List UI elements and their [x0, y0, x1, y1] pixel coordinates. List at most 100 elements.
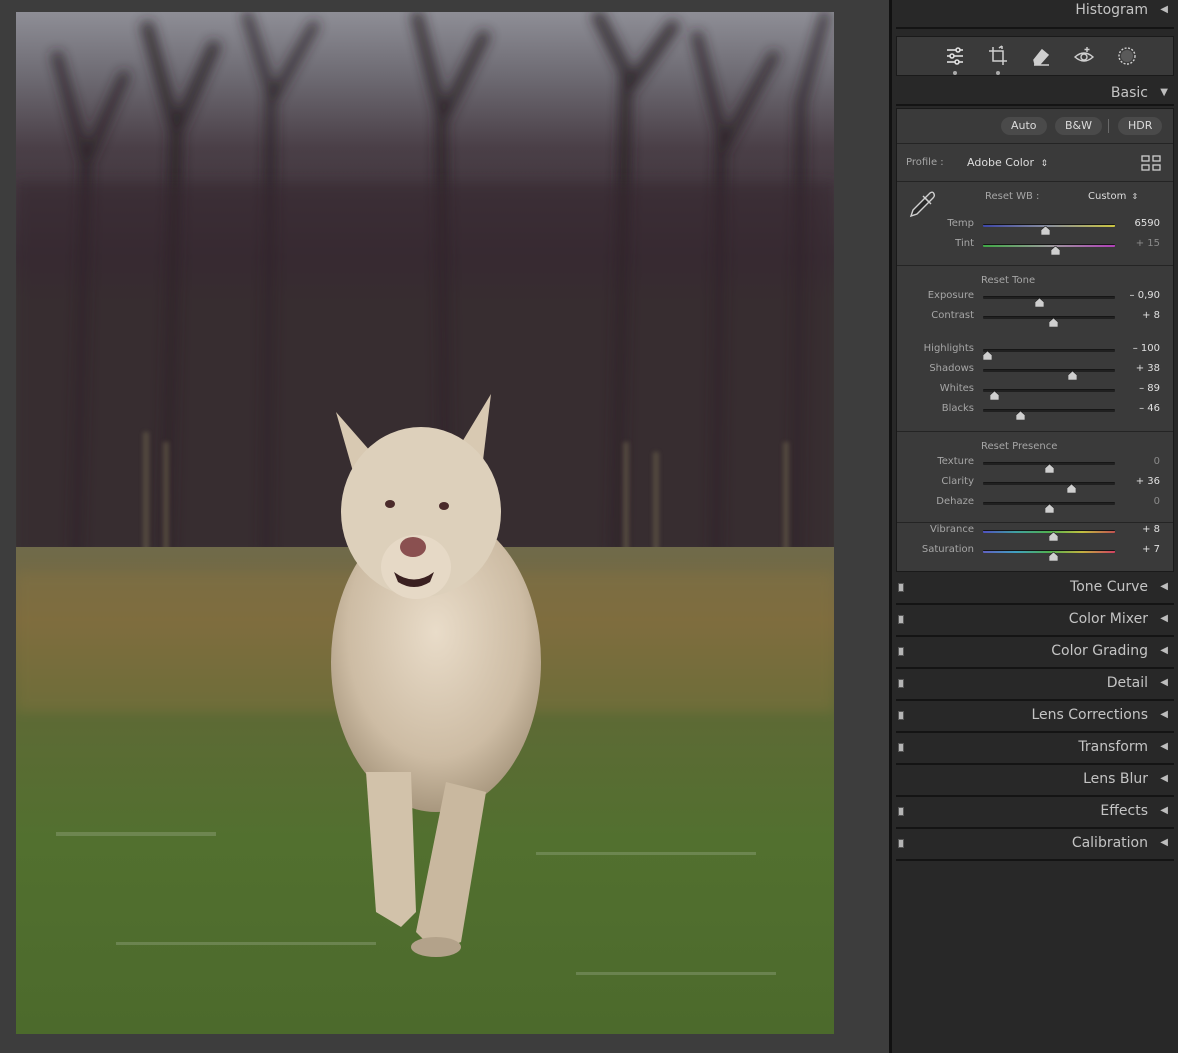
whites-slider-track[interactable] [983, 389, 1115, 392]
vibrance-label[interactable]: Vibrance [902, 524, 974, 535]
transform-section-header[interactable]: Transform ◀ [892, 733, 1178, 765]
highlights-value[interactable]: – 100 [1120, 343, 1160, 354]
vibrance-slider-thumb[interactable] [1049, 526, 1059, 542]
red-eye-icon[interactable] [1073, 45, 1095, 67]
lens-corrections-toggle-switch[interactable] [898, 711, 904, 720]
histogram-header[interactable]: Histogram ◀ [892, 0, 1178, 26]
clarity-label[interactable]: Clarity [902, 476, 974, 487]
lens-blur-title: Lens Blur [1083, 771, 1148, 787]
saturation-value[interactable]: + 7 [1120, 544, 1160, 555]
clarity-value[interactable]: + 36 [1120, 476, 1160, 487]
temp-value[interactable]: 6590 [1120, 218, 1160, 229]
whites-label[interactable]: Whites [902, 383, 974, 394]
exposure-slider-thumb[interactable] [1034, 292, 1044, 308]
reset-presence-button[interactable]: Reset Presence [981, 441, 1057, 452]
tint-label[interactable]: Tint [902, 238, 974, 249]
blacks-value[interactable]: – 46 [1120, 403, 1160, 414]
whites-slider-thumb[interactable] [990, 385, 1000, 401]
shadows-slider-track[interactable] [983, 369, 1115, 372]
lightroom-develop-window: Histogram ◀ Basic ▼ Auto B&W HDR Profile… [0, 0, 1178, 1053]
lens-blur-section-header[interactable]: Lens Blur ◀ [892, 765, 1178, 797]
temp-label[interactable]: Temp [902, 218, 974, 229]
texture-slider-thumb[interactable] [1044, 458, 1054, 474]
auto-button[interactable]: Auto [1001, 117, 1047, 135]
collapse-arrow-icon[interactable]: ◀ [1160, 837, 1168, 848]
profile-value: Adobe Color [967, 156, 1035, 169]
bw-button[interactable]: B&W [1055, 117, 1103, 135]
detail-section-header[interactable]: Detail ◀ [892, 669, 1178, 701]
shadows-label[interactable]: Shadows [902, 363, 974, 374]
exposure-label[interactable]: Exposure [902, 290, 974, 301]
tone-curve-section-header[interactable]: Tone Curve ◀ [892, 573, 1178, 605]
tint-value[interactable]: + 15 [1120, 238, 1160, 249]
color-mixer-section-header[interactable]: Color Mixer ◀ [892, 605, 1178, 637]
collapse-arrow-icon[interactable]: ◀ [1160, 805, 1168, 816]
hdr-button[interactable]: HDR [1118, 117, 1163, 135]
edit-sliders-icon[interactable] [944, 45, 966, 75]
texture-label[interactable]: Texture [902, 456, 974, 467]
lens-corrections-section-header[interactable]: Lens Corrections ◀ [892, 701, 1178, 733]
expand-arrow-icon[interactable]: ▼ [1160, 87, 1168, 98]
photo-canvas[interactable] [0, 0, 889, 1053]
tone-curve-toggle-switch[interactable] [898, 583, 904, 592]
highlights-slider-thumb[interactable] [982, 345, 993, 361]
masking-icon[interactable] [1116, 45, 1138, 67]
reset-tone-button[interactable]: Reset Tone [981, 275, 1035, 286]
color-grading-section-header[interactable]: Color Grading ◀ [892, 637, 1178, 669]
basic-section: Auto B&W HDR Profile : Adobe Color ⇕ Res… [896, 108, 1174, 572]
contrast-label[interactable]: Contrast [902, 310, 974, 321]
shadows-slider-thumb[interactable] [1067, 365, 1078, 381]
temp-slider-thumb[interactable] [1040, 220, 1051, 236]
blacks-label[interactable]: Blacks [902, 403, 974, 414]
blacks-slider-track[interactable] [983, 409, 1115, 412]
color-mixer-toggle-switch[interactable] [898, 615, 904, 624]
collapse-arrow-icon[interactable]: ◀ [1160, 741, 1168, 752]
collapse-arrow-icon[interactable]: ◀ [1160, 4, 1168, 15]
contrast-value[interactable]: + 8 [1120, 310, 1160, 321]
saturation-slider-thumb[interactable] [1048, 546, 1059, 562]
collapse-arrow-icon[interactable]: ◀ [1160, 581, 1168, 592]
transform-toggle-switch[interactable] [898, 743, 904, 752]
profile-browser-grid-icon[interactable] [1141, 155, 1161, 171]
separator [897, 181, 1173, 182]
color-grading-toggle-switch[interactable] [898, 647, 904, 656]
exposure-value[interactable]: – 0,90 [1120, 290, 1160, 301]
shadows-value[interactable]: + 38 [1120, 363, 1160, 374]
wb-preset-select[interactable]: Custom ⇕ [1088, 191, 1138, 202]
blacks-slider-thumb[interactable] [1015, 405, 1026, 421]
collapse-arrow-icon[interactable]: ◀ [1160, 709, 1168, 720]
profile-select[interactable]: Adobe Color ⇕ [967, 156, 1048, 169]
exposure-slider-track[interactable] [983, 296, 1115, 299]
texture-value[interactable]: 0 [1120, 456, 1160, 467]
eraser-icon[interactable] [1030, 45, 1052, 67]
calibration-section-header[interactable]: Calibration ◀ [892, 829, 1178, 861]
tint-slider-thumb[interactable] [1050, 240, 1060, 256]
dehaze-slider-thumb[interactable] [1044, 498, 1054, 514]
crop-icon[interactable] [987, 45, 1009, 75]
dehaze-label[interactable]: Dehaze [902, 496, 974, 507]
dehaze-value[interactable]: 0 [1120, 496, 1160, 507]
color-grading-title: Color Grading [1051, 643, 1148, 659]
highlights-slider-track[interactable] [983, 349, 1115, 352]
contrast-slider-thumb[interactable] [1049, 312, 1059, 328]
detail-toggle-switch[interactable] [898, 679, 904, 688]
collapse-arrow-icon[interactable]: ◀ [1160, 677, 1168, 688]
calibration-toggle-switch[interactable] [898, 839, 904, 848]
section-rule [896, 104, 1174, 106]
clarity-slider-thumb[interactable] [1066, 478, 1076, 494]
effects-section-header[interactable]: Effects ◀ [892, 797, 1178, 829]
highlights-label[interactable]: Highlights [902, 343, 974, 354]
clarity-slider-track[interactable] [983, 482, 1115, 485]
collapse-arrow-icon[interactable]: ◀ [1160, 613, 1168, 624]
photo-preview[interactable] [16, 12, 834, 1034]
collapse-arrow-icon[interactable]: ◀ [1160, 645, 1168, 656]
effects-toggle-switch[interactable] [898, 807, 904, 816]
vibrance-value[interactable]: + 8 [1120, 524, 1160, 535]
whites-value[interactable]: – 89 [1120, 383, 1160, 394]
eyedropper-icon[interactable] [907, 189, 937, 219]
reset-wb-label[interactable]: Reset WB : [985, 191, 1039, 202]
collapse-arrow-icon[interactable]: ◀ [1160, 773, 1168, 784]
tone-curve-title: Tone Curve [1070, 579, 1148, 595]
tint-slider-track[interactable] [983, 244, 1115, 247]
saturation-label[interactable]: Saturation [902, 544, 974, 555]
